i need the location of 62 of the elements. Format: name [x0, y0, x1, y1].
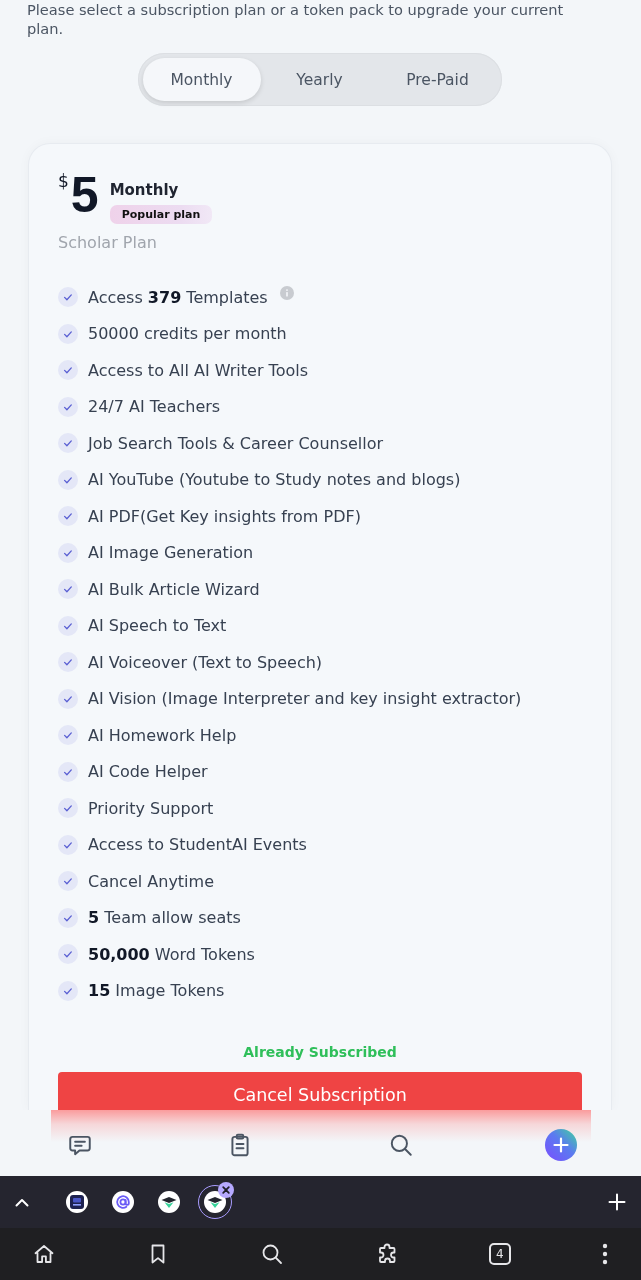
square-logo-icon: [66, 1191, 88, 1213]
plus-icon[interactable]: [608, 1193, 626, 1211]
check-icon: [58, 579, 78, 600]
cancel-subscription-button[interactable]: Cancel Subscription: [58, 1072, 582, 1110]
search-icon[interactable]: [260, 1242, 285, 1266]
check-icon: [58, 871, 78, 892]
feature-text: AI YouTube (Youtube to Study notes and blogs): [88, 470, 461, 490]
more-icon[interactable]: [600, 1243, 609, 1265]
feature-text: AI Speech to Text: [88, 616, 227, 636]
check-icon: [58, 542, 78, 563]
check-icon: [58, 323, 78, 344]
currency-symbol: $: [58, 172, 69, 190]
feature-text: 50000 credits per month: [88, 324, 287, 344]
check-icon: [58, 944, 78, 965]
feature-text: AI Image Generation: [88, 543, 254, 563]
feature-text: AI Vision (Image Interpreter and key insight extractor): [88, 689, 522, 709]
check-icon: [58, 396, 78, 417]
check-icon: [58, 688, 78, 709]
check-icon: [58, 615, 78, 636]
price-amount: 5: [70, 172, 99, 218]
subscription-status: Already Subscribed: [242, 1043, 398, 1062]
check-icon: [58, 652, 78, 673]
feature-text: 5 Team allow seats: [88, 908, 241, 928]
feature-text: Access 379 Templates: [88, 287, 268, 307]
check-icon: [58, 469, 78, 490]
billing-tab[interactable]: Monthly: [142, 58, 261, 101]
check-icon: [58, 834, 78, 855]
graduation-cap-icon: [204, 1191, 226, 1213]
feature-text: Access to All AI Writer Tools: [88, 360, 308, 380]
feature-text: Access to StudentAI Events: [88, 835, 307, 855]
feature-text: 15 Image Tokens: [88, 981, 225, 1001]
feature-text: AI Code Helper: [88, 762, 208, 782]
feature-text: 50,000 Word Tokens: [88, 944, 255, 964]
plan-name: Scholar Plan: [58, 233, 158, 253]
check-icon: [58, 725, 78, 746]
feature-text: Job Search Tools & Career Counsellor: [88, 433, 384, 453]
feature-text: 24/7 AI Teachers: [88, 397, 221, 417]
check-icon: [58, 761, 78, 782]
check-icon: [58, 980, 78, 1001]
check-icon: [58, 360, 78, 381]
tab-count-button[interactable]: 4: [488, 1243, 511, 1265]
check-icon: [58, 433, 78, 454]
graduation-cap-icon: [158, 1191, 180, 1213]
check-icon: [58, 287, 78, 308]
feature-text: AI Homework Help: [88, 725, 237, 745]
feature-text: Cancel Anytime: [88, 871, 214, 891]
check-icon: [58, 798, 78, 819]
close-icon[interactable]: [218, 1182, 234, 1198]
chevron-up-icon[interactable]: [15, 1197, 29, 1207]
check-icon: [58, 506, 78, 527]
billing-period: Monthly: [109, 180, 179, 200]
intro-text: Please select a subscription plan or a token pack to upgrade your current plan.: [27, 0, 565, 38]
feature-text: Priority Support: [88, 798, 214, 818]
check-icon: [58, 907, 78, 928]
billing-tab[interactable]: Pre-Paid: [378, 58, 497, 101]
plan-tag: Popular plan: [109, 205, 213, 224]
home-icon[interactable]: [32, 1242, 56, 1266]
feature-text: AI Bulk Article Wizard: [88, 579, 260, 599]
feature-text: AI PDF(Get Key insights from PDF): [88, 506, 361, 526]
at-sign-icon: [112, 1191, 134, 1213]
feature-text: AI Voiceover (Text to Speech): [88, 652, 323, 672]
billing-tab[interactable]: Yearly: [260, 58, 379, 101]
